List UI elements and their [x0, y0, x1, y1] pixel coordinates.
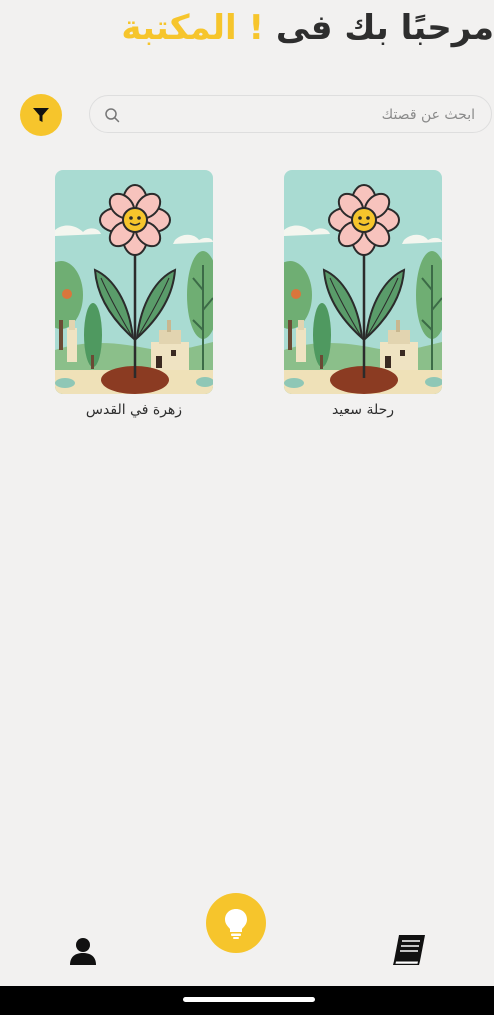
title-highlight: ! المكتبة: [121, 8, 265, 48]
search-bar[interactable]: [89, 95, 492, 133]
search-input[interactable]: [130, 100, 477, 130]
lightbulb-button[interactable]: [206, 893, 266, 953]
filter-icon: [33, 108, 49, 122]
page-title: مرحبًا بك فى ! المكتبة: [0, 2, 494, 54]
title-prefix: مرحبًا بك فى: [264, 8, 494, 48]
system-bar: [0, 986, 494, 1015]
home-indicator[interactable]: [183, 997, 315, 1002]
story-cover-image[interactable]: [55, 170, 213, 394]
story-card[interactable]: زهرة في القدس: [55, 170, 213, 418]
story-card[interactable]: رحلة سعيد: [284, 170, 442, 418]
user-icon[interactable]: [67, 935, 99, 967]
search-icon: [105, 108, 120, 123]
story-title: رحلة سعيد: [331, 402, 395, 418]
story-title: زهرة في القدس: [85, 402, 183, 418]
story-cover-image[interactable]: [284, 170, 442, 394]
lightbulb-icon: [225, 909, 247, 939]
filter-button[interactable]: [20, 94, 62, 136]
books-icon[interactable]: [391, 932, 429, 968]
